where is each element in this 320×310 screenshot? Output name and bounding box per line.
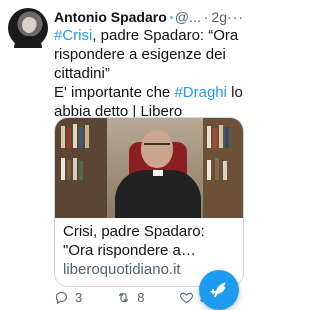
tweet-text-part-2: E' importante che [54, 84, 175, 101]
book [223, 161, 227, 180]
book [73, 158, 77, 180]
book [67, 160, 71, 180]
book [73, 124, 77, 148]
author-name[interactable]: Antonio Spadaro [54, 9, 167, 25]
avatar-face [22, 17, 36, 33]
tweet-time[interactable]: 2g [211, 9, 227, 25]
book [207, 160, 211, 180]
book [85, 125, 89, 148]
card-image [55, 118, 243, 218]
book [219, 125, 223, 148]
separator-dot: · [203, 9, 209, 25]
tweet-header: Antonio Spadaro @... · 2g ··· [54, 8, 244, 26]
avatar-collar [14, 36, 42, 48]
book [207, 126, 211, 148]
book [61, 158, 65, 180]
more-options-icon[interactable]: ··· [227, 9, 244, 25]
reply-button[interactable]: 3 [54, 290, 82, 305]
heart-icon [179, 292, 193, 303]
clerical-collar [153, 170, 163, 176]
book [67, 128, 71, 148]
verified-badge-icon [169, 15, 173, 19]
author-avatar[interactable] [8, 8, 48, 48]
glasses [144, 143, 170, 150]
book [213, 128, 217, 148]
reply-count: 3 [75, 289, 83, 305]
tweet-paragraph-1: #Crisi, padre Spadaro: “Ora rispondere a… [54, 26, 244, 83]
hashtag-crisi[interactable]: #Crisi [54, 27, 92, 44]
hashtag-draghi[interactable]: #Draghi [174, 84, 227, 101]
card-title: Crisi, padre Spadaro: "Ora rispondere a … [63, 223, 205, 259]
retweet-button[interactable]: 8 [116, 289, 145, 305]
person-body [115, 170, 201, 218]
book [61, 126, 65, 148]
book [215, 158, 219, 180]
book [79, 161, 83, 180]
author-handle[interactable]: @... [175, 9, 201, 25]
reply-icon [55, 291, 68, 304]
link-preview-card[interactable]: Crisi, padre Spadaro: "Ora rispondere a … [54, 117, 244, 287]
book [225, 127, 229, 148]
tweet-actions: 3 8 39 [54, 289, 214, 305]
retweet-icon [118, 292, 129, 302]
retweet-count: 8 [137, 289, 145, 305]
book [79, 127, 83, 148]
compose-feather-icon [210, 282, 226, 298]
compose-tweet-button[interactable] [199, 270, 239, 310]
